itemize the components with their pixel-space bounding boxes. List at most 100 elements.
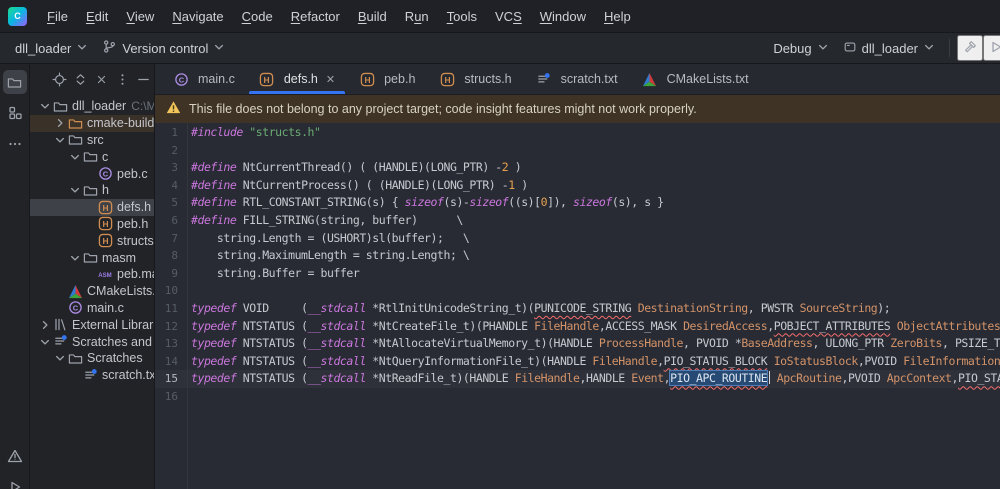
code-line[interactable]: 1 #include "structs.h" (155, 124, 1000, 142)
code-line[interactable]: 8 string.MaximumLength = string.Length; … (155, 247, 1000, 265)
code-editor[interactable]: 1 #include "structs.h" 2 3 #define NtCur… (155, 123, 1000, 489)
run-tool-window-icon[interactable] (3, 475, 27, 489)
menu-view[interactable]: View (118, 6, 162, 27)
build-button[interactable] (957, 35, 983, 61)
chevron-down-icon[interactable] (68, 252, 82, 264)
menu-edit[interactable]: Edit (78, 6, 116, 27)
line-number[interactable]: 10 (155, 282, 185, 300)
branch-icon (102, 39, 117, 57)
clion-logo-icon[interactable]: C (8, 7, 27, 26)
line-number[interactable]: 1 (155, 124, 185, 142)
code-line[interactable]: 9 string.Buffer = buffer (155, 265, 1000, 283)
code-line[interactable]: 7 string.Length = (USHORT)sl(buffer); \ (155, 230, 1000, 248)
version-control-widget[interactable]: Version control (95, 36, 232, 60)
tab-label: main.c (198, 72, 235, 86)
line-number[interactable]: 16 (155, 388, 185, 406)
more-tool-windows-icon[interactable] (3, 132, 27, 156)
chevron-down-icon[interactable] (38, 100, 52, 112)
line-number[interactable]: 12 (155, 318, 185, 336)
hide-panel-icon[interactable] (134, 71, 152, 89)
run-mode-selector[interactable]: Debug (766, 38, 835, 59)
tree-item-defs-h[interactable]: H defs.h (30, 199, 154, 216)
tree-item-cmakelists-txt[interactable]: CMakeLists.txt (30, 283, 154, 300)
code-line[interactable]: 16 (155, 388, 1000, 406)
panel-options-icon[interactable] (113, 71, 131, 89)
menu-build[interactable]: Build (350, 6, 395, 27)
tab-scratch-txt[interactable]: scratch.txt (524, 64, 630, 94)
tree-item-c[interactable]: c (30, 148, 154, 165)
code-line[interactable]: 2 (155, 142, 1000, 160)
tree-item-peb-mas[interactable]: ASM peb.mas (30, 266, 154, 283)
tab-defs-h[interactable]: H defs.h ✕ (247, 64, 347, 94)
line-number[interactable]: 15 (155, 370, 185, 388)
line-number[interactable]: 8 (155, 247, 185, 265)
problems-tool-window-icon[interactable] (3, 444, 27, 468)
line-number[interactable]: 9 (155, 265, 185, 283)
line-number[interactable]: 7 (155, 230, 185, 248)
tree-item-peb-c[interactable]: C peb.c (30, 165, 154, 182)
line-number[interactable]: 2 (155, 142, 185, 160)
project-tool-window-icon[interactable] (3, 70, 27, 94)
menu-run[interactable]: Run (397, 6, 437, 27)
c-file-icon: C (173, 72, 189, 87)
tab-structs-h[interactable]: H structs.h (427, 64, 523, 94)
code-line[interactable]: 3 #define NtCurrentThread() ( (HANDLE)(L… (155, 159, 1000, 177)
menu-refactor[interactable]: Refactor (283, 6, 348, 27)
menu-code[interactable]: Code (234, 6, 281, 27)
code-line[interactable]: 12 typedef NTSTATUS (__stdcall *NtCreate… (155, 318, 1000, 336)
menu-help[interactable]: Help (596, 6, 639, 27)
code-line[interactable]: 4 #define NtCurrentProcess() ( (HANDLE)(… (155, 177, 1000, 195)
line-number[interactable]: 5 (155, 194, 185, 212)
close-tab-icon[interactable]: ✕ (326, 73, 335, 86)
tree-item-src[interactable]: src (30, 132, 154, 149)
tree-item-scratches-and-co[interactable]: Scratches and Co (30, 333, 154, 350)
code-line[interactable]: 10 (155, 282, 1000, 300)
tree-item-scratches[interactable]: Scratches (30, 350, 154, 367)
tree-item-peb-h[interactable]: H peb.h (30, 216, 154, 233)
tree-item-cmake-build-d[interactable]: cmake-build-d (30, 115, 154, 132)
code-line[interactable]: 14 typedef NTSTATUS (__stdcall *NtQueryI… (155, 353, 1000, 371)
chevron-down-icon[interactable] (38, 336, 52, 348)
svg-text:H: H (102, 236, 108, 246)
tree-item-masm[interactable]: masm (30, 249, 154, 266)
tree-item-scratch-txt[interactable]: scratch.txt (30, 367, 154, 384)
chevron-down-icon[interactable] (53, 352, 67, 364)
collapse-all-icon[interactable] (92, 71, 110, 89)
tab-peb-h[interactable]: H peb.h (347, 64, 427, 94)
tree-item-dll-loader[interactable]: dll_loaderC:\Mal (30, 98, 154, 115)
line-number[interactable]: 14 (155, 353, 185, 371)
h-file-icon: H (97, 200, 113, 215)
menu-vcs[interactable]: VCS (487, 6, 530, 27)
run-button[interactable] (983, 35, 1000, 61)
chevron-down-icon[interactable] (68, 151, 82, 163)
tree-item-structs-h[interactable]: H structs.h (30, 232, 154, 249)
tab-cmakelists-txt[interactable]: CMakeLists.txt (630, 64, 761, 94)
line-number[interactable]: 4 (155, 177, 185, 195)
expand-collapse-icon[interactable] (71, 71, 89, 89)
code-line[interactable]: 15 typedef NTSTATUS (__stdcall *NtReadFi… (155, 370, 1000, 388)
locate-file-icon[interactable] (50, 71, 68, 89)
project-selector[interactable]: dll_loader (8, 38, 95, 59)
chevron-right-icon[interactable] (53, 117, 67, 129)
tree-item-external-libraries[interactable]: External Libraries (30, 316, 154, 333)
tree-item-h[interactable]: h (30, 182, 154, 199)
code-line[interactable]: 6 #define FILL_STRING(string, buffer) \ (155, 212, 1000, 230)
structure-tool-window-icon[interactable] (3, 101, 27, 125)
line-number[interactable]: 6 (155, 212, 185, 230)
tree-item-main-c[interactable]: C main.c (30, 300, 154, 317)
tab-main-c[interactable]: C main.c (161, 64, 247, 94)
menu-tools[interactable]: Tools (439, 6, 485, 27)
menu-window[interactable]: Window (532, 6, 594, 27)
chevron-down-icon[interactable] (53, 134, 67, 146)
line-number[interactable]: 13 (155, 335, 185, 353)
menu-navigate[interactable]: Navigate (164, 6, 231, 27)
code-line[interactable]: 11 typedef VOID (__stdcall *RtlInitUnico… (155, 300, 1000, 318)
run-config-selector[interactable]: dll_loader (836, 37, 942, 60)
chevron-down-icon[interactable] (68, 184, 82, 196)
menu-file[interactable]: File (39, 6, 76, 27)
code-line[interactable]: 5 #define RTL_CONSTANT_STRING(s) { sizeo… (155, 194, 1000, 212)
line-number[interactable]: 3 (155, 159, 185, 177)
chevron-right-icon[interactable] (38, 319, 52, 331)
code-line[interactable]: 13 typedef NTSTATUS (__stdcall *NtAlloca… (155, 335, 1000, 353)
line-number[interactable]: 11 (155, 300, 185, 318)
